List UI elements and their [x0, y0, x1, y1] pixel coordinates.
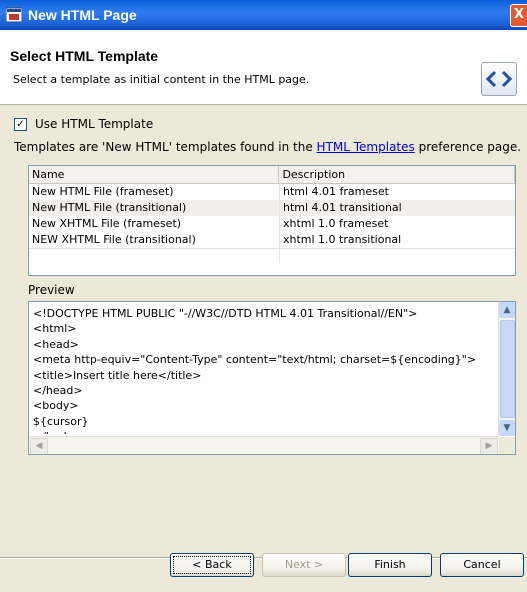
preview-code-line: <meta http-equiv="Content-Type" content=…	[33, 353, 477, 367]
info-text-before: Templates are 'New HTML' templates found…	[14, 140, 317, 154]
cancel-button[interactable]: Cancel	[440, 553, 524, 577]
preview-text-area[interactable]: <!DOCTYPE HTML PUBLIC "-//W3C//DTD HTML …	[28, 301, 516, 455]
preview-code-line: </body>	[33, 429, 493, 434]
cancel-button-label: Cancel	[463, 558, 501, 571]
preview-code-line: <title>Insert title here</title>	[33, 368, 202, 382]
checkbox-box[interactable]: ✓	[14, 117, 27, 131]
templates-table: Name Description New HTML File (frameset…	[28, 165, 516, 276]
preview-code-line: <body>	[33, 399, 79, 413]
preview-code-line: ${cursor}	[33, 414, 89, 428]
title-bar: New HTML Page X	[0, 0, 527, 30]
back-button[interactable]: < Back	[170, 553, 254, 577]
preview-code-line: <head>	[33, 337, 79, 351]
close-icon: X	[513, 7, 525, 22]
row-empty-cell	[29, 249, 280, 263]
scroll-thumb[interactable]	[500, 320, 515, 418]
table-header: Name Description	[29, 166, 515, 184]
preview-code-line: <!DOCTYPE HTML PUBLIC "-//W3C//DTD HTML …	[33, 307, 418, 320]
row-description: xhtml 1.0 transitional	[282, 233, 402, 246]
next-button[interactable]: Next >	[262, 553, 346, 577]
column-header-description[interactable]: Description	[279, 166, 515, 183]
horizontal-scrollbar[interactable]: ◀ ▶	[29, 436, 499, 454]
templates-info: Templates are 'New HTML' templates found…	[14, 140, 521, 154]
finish-button[interactable]: Finish	[348, 553, 432, 577]
page-description: Select a template as initial content in …	[13, 73, 310, 86]
row-empty-cell	[280, 249, 515, 263]
column-header-name[interactable]: Name	[29, 166, 280, 183]
vertical-scrollbar[interactable]: ▲ ▼	[498, 302, 515, 436]
row-name: New HTML File (frameset)	[29, 184, 280, 200]
wizard-header: Select HTML Template Select a template a…	[0, 30, 527, 105]
row-description: html 4.01 frameset	[282, 185, 389, 198]
row-description: html 4.01 transitional	[282, 201, 402, 214]
window-title: New HTML Page	[28, 7, 137, 23]
row-name: NEW XHTML File (transitional)	[29, 232, 280, 248]
next-button-label: Next >	[284, 558, 324, 571]
row-name: New XHTML File (frameset)	[29, 216, 280, 232]
scroll-left-icon[interactable]: ◀	[30, 438, 48, 454]
html-tag-icon	[481, 62, 517, 96]
finish-button-label: Finish	[374, 558, 406, 571]
table-row[interactable]: New XHTML File (frameset) xhtml 1.0 fram…	[29, 216, 515, 232]
preview-label: Preview	[28, 283, 75, 297]
table-row[interactable]: NEW XHTML File (transitional) xhtml 1.0 …	[29, 232, 515, 248]
table-row-selected[interactable]: New HTML File (transitional) html 4.01 t…	[29, 200, 515, 216]
table-row-empty	[29, 248, 515, 263]
row-description: xhtml 1.0 frameset	[282, 217, 389, 230]
preview-code: <!DOCTYPE HTML PUBLIC "-//W3C//DTD HTML …	[33, 306, 493, 434]
html-templates-link[interactable]: HTML Templates	[317, 140, 415, 154]
page-title: Select HTML Template	[10, 48, 159, 64]
scroll-right-icon[interactable]: ▶	[480, 438, 498, 454]
use-template-label: Use HTML Template	[35, 117, 154, 131]
preview-code-line: </head>	[33, 384, 83, 398]
table-row[interactable]: New HTML File (frameset) html 4.01 frame…	[29, 184, 515, 200]
row-name: New HTML File (transitional)	[29, 200, 280, 216]
info-text-after: preference page.	[414, 140, 522, 154]
scroll-down-icon[interactable]: ▼	[499, 420, 515, 436]
use-template-checkbox[interactable]: ✓ Use HTML Template	[14, 117, 153, 131]
preview-code-line: <html>	[33, 322, 77, 336]
scrollbar-corner	[499, 437, 515, 454]
close-button[interactable]: X	[510, 4, 527, 27]
scroll-up-icon[interactable]: ▲	[499, 302, 515, 318]
back-button-label: < Back	[192, 558, 232, 571]
eclipse-window-icon	[6, 7, 22, 23]
